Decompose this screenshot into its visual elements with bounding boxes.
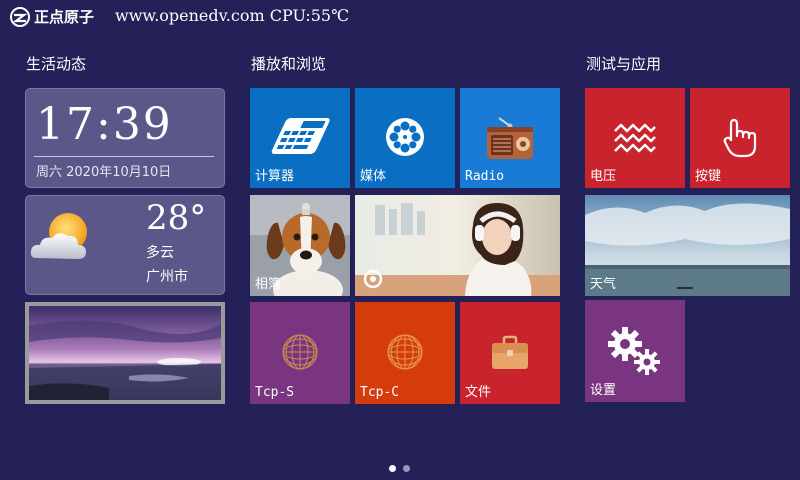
- globe-icon: [282, 334, 318, 370]
- radio-label: Radio: [465, 169, 505, 184]
- brand-logo-icon: [10, 7, 30, 27]
- globe-icon: [387, 334, 423, 370]
- music-player-tile[interactable]: [355, 195, 560, 296]
- wave-icon: [614, 123, 656, 153]
- page-indicator-dot-1[interactable]: [389, 465, 396, 472]
- settings-label: 设置: [590, 383, 617, 398]
- keys-tile[interactable]: 按键: [690, 88, 790, 188]
- gears-icon: [608, 327, 660, 375]
- calculator-tile[interactable]: 计算器: [250, 88, 350, 188]
- files-label: 文件: [465, 385, 492, 400]
- weather-city: 广州市: [146, 269, 188, 285]
- section-title-test: 测试与应用: [586, 55, 662, 73]
- calculator-icon: [271, 118, 330, 154]
- settings-tile[interactable]: 设置: [585, 300, 685, 402]
- album-tile[interactable]: 相簿: [250, 195, 350, 296]
- sunset-sea-image: [29, 306, 221, 400]
- photo-frame[interactable]: [25, 302, 225, 404]
- keys-label: 按键: [695, 169, 722, 184]
- clock-time: 17:39: [36, 99, 173, 150]
- weather-condition: 多云: [146, 245, 174, 261]
- page-indicator-dot-2[interactable]: [403, 465, 410, 472]
- brand-logo: 正点原子: [10, 7, 108, 27]
- weather-tile[interactable]: 天气: [585, 195, 790, 296]
- calculator-label: 计算器: [255, 169, 295, 184]
- briefcase-icon: [492, 335, 528, 369]
- weather-tile-label: 天气: [590, 277, 617, 292]
- clock-date: 周六 2020年10月10日: [36, 165, 172, 180]
- tcp-server-label: Tcp-S: [255, 385, 295, 400]
- film-reel-icon: [386, 118, 424, 156]
- partly-cloudy-icon: [30, 213, 87, 259]
- brand-name: 正点原子: [34, 8, 95, 26]
- clock-divider: [34, 156, 214, 157]
- tcp-client-tile[interactable]: Tcp-C: [355, 302, 455, 404]
- weather-temperature: 28°: [146, 198, 207, 238]
- header-info-text: www.openedv.com CPU:55℃: [115, 6, 349, 25]
- section-title-media: 播放和浏览: [251, 55, 327, 73]
- hand-press-icon: [723, 118, 757, 158]
- files-tile[interactable]: 文件: [460, 302, 560, 404]
- radio-icon: [487, 117, 533, 159]
- voltage-label: 电压: [590, 169, 617, 184]
- album-label: 相簿: [255, 277, 282, 292]
- media-tile[interactable]: 媒体: [355, 88, 455, 188]
- clock-widget[interactable]: 17:39 周六 2020年10月10日: [25, 88, 225, 188]
- girl-headphones-image: [355, 195, 560, 296]
- tcp-client-label: Tcp-C: [360, 385, 400, 400]
- media-label: 媒体: [360, 169, 387, 184]
- voltage-tile[interactable]: 电压: [585, 88, 685, 188]
- tcp-server-tile[interactable]: Tcp-S: [250, 302, 350, 404]
- weather-widget[interactable]: 28° 多云 广州市: [25, 195, 225, 295]
- section-title-life: 生活动态: [26, 55, 87, 73]
- radio-tile[interactable]: Radio: [460, 88, 560, 188]
